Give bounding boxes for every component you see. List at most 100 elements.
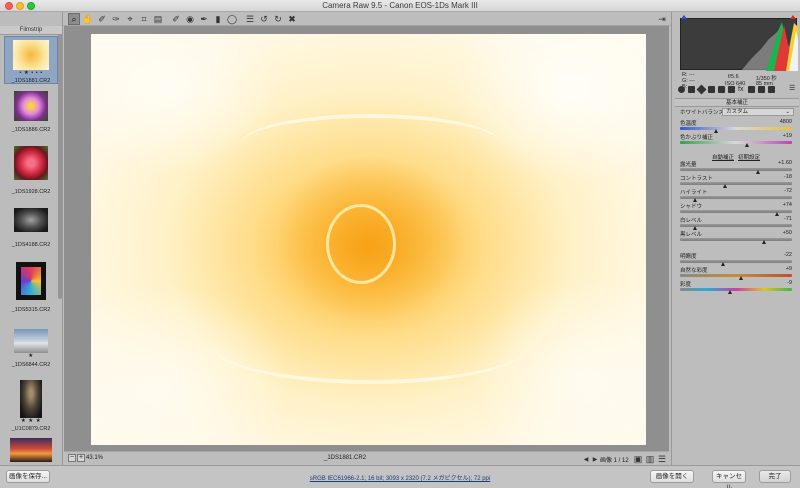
filmstrip-item[interactable] xyxy=(4,438,58,463)
image-preview[interactable] xyxy=(91,34,646,445)
filmstrip: Filmstrip • ★ • • • _1DS1881.CR2 _1DS188… xyxy=(0,12,63,465)
slider-shadows[interactable]: シャドウ +74 xyxy=(680,202,798,216)
slider-track[interactable] xyxy=(680,274,792,277)
adjustment-brush-tool-icon[interactable]: ✒ xyxy=(198,13,210,25)
tab-snapshots-icon[interactable] xyxy=(768,86,775,93)
slider-track[interactable] xyxy=(680,127,792,130)
filmstrip-item[interactable]: • ★ • • • _1DS1881.CR2 xyxy=(4,36,58,84)
slider-label: 黒レベル xyxy=(680,232,703,238)
rotate-right-icon[interactable]: ↻ xyxy=(272,13,284,25)
slider-handle[interactable] xyxy=(727,290,732,294)
zoom-in-button[interactable]: + xyxy=(77,454,85,462)
slider-label: シャドウ xyxy=(680,204,703,210)
filmstrip-scrollbar[interactable] xyxy=(58,34,62,299)
zoom-level[interactable]: 43.1% xyxy=(86,455,103,461)
tab-hsl-icon[interactable] xyxy=(708,86,715,93)
slider-saturation[interactable]: 彩度 -9 xyxy=(680,280,798,294)
rotate-left-icon[interactable]: ↺ xyxy=(258,13,270,25)
preferences-icon[interactable]: ☰ xyxy=(244,13,256,25)
rating-stars[interactable]: ★ xyxy=(4,353,58,359)
zoom-out-button[interactable]: − xyxy=(68,454,76,462)
filmstrip-item[interactable]: _1DS4188.CR2 xyxy=(4,208,58,250)
tab-detail-icon[interactable] xyxy=(696,84,707,95)
aperture-value: f/5.6 xyxy=(728,74,739,80)
thumbnail xyxy=(10,438,52,462)
filmstrip-item[interactable]: _1DS1886.CR2 xyxy=(4,91,58,139)
tab-split-toning-icon[interactable] xyxy=(718,86,725,93)
footer-bar: 画像を保存... sRGB IEC61966-2.1; 16 bit; 3093… xyxy=(0,465,800,488)
slider-value[interactable]: -72 xyxy=(784,188,792,194)
rating-stars[interactable]: ★ ★ ★ xyxy=(4,418,58,424)
slider-track[interactable] xyxy=(680,168,792,171)
slider-value[interactable]: +9 xyxy=(786,266,792,272)
white-balance-select[interactable]: カスタム ⌄ xyxy=(722,108,794,116)
slider-track[interactable] xyxy=(680,182,792,185)
camera-raw-window: Camera Raw 9.5 - Canon EOS-1Ds Mark III … xyxy=(0,0,800,488)
slider-track[interactable] xyxy=(680,141,792,144)
done-button[interactable]: 完了 xyxy=(759,470,791,483)
slider-value[interactable]: -9 xyxy=(787,280,792,286)
slider-track[interactable] xyxy=(680,288,792,291)
panel-menu-icon[interactable]: ☰ xyxy=(789,85,796,93)
slider-value[interactable]: +1.60 xyxy=(778,160,792,166)
view-mode-icon[interactable]: ▣ xyxy=(632,453,644,465)
before-after-icon[interactable]: ▥ xyxy=(644,453,656,465)
tab-effects-icon[interactable]: fx xyxy=(738,86,745,93)
slider-track[interactable] xyxy=(680,238,792,241)
slider-value[interactable]: -22 xyxy=(784,252,792,258)
slider-value[interactable]: -71 xyxy=(784,216,792,222)
shadow-clipping-icon[interactable] xyxy=(681,15,687,19)
filmstrip-item[interactable]: _1DS1928.CR2 xyxy=(4,146,58,195)
straighten-tool-icon[interactable]: ▤ xyxy=(152,13,164,25)
thumbnail xyxy=(14,329,48,353)
hand-tool-icon[interactable]: ✋ xyxy=(82,13,94,25)
slider-clarity[interactable]: 明瞭度 -22 xyxy=(680,252,798,266)
slider-handle[interactable] xyxy=(761,240,766,244)
slider-highlights[interactable]: ハイライト -72 xyxy=(680,188,798,202)
graduated-filter-tool-icon[interactable]: ▮ xyxy=(212,13,224,25)
fullscreen-toggle-icon[interactable]: ⇥ xyxy=(656,13,668,25)
highlight-clipping-icon[interactable] xyxy=(790,15,796,19)
zoom-tool-icon[interactable]: ⌕ xyxy=(68,13,80,25)
red-eye-tool-icon[interactable]: ◉ xyxy=(184,13,196,25)
radial-filter-tool-icon[interactable]: ◯ xyxy=(226,13,238,25)
tab-tone-curve-icon[interactable] xyxy=(688,86,695,93)
slider-blacks[interactable]: 黒レベル +50 xyxy=(680,230,798,244)
filmstrip-item[interactable]: _1DS5315.CR2 xyxy=(4,262,58,313)
tab-camera-calibration-icon[interactable] xyxy=(748,86,755,93)
rating-stars[interactable]: • ★ • • • xyxy=(5,70,57,76)
slider-value[interactable]: +19 xyxy=(783,133,792,139)
title-bar: Camera Raw 9.5 - Canon EOS-1Ds Mark III xyxy=(0,0,800,12)
slider-contrast[interactable]: コントラスト -18 xyxy=(680,174,798,188)
slider-handle[interactable] xyxy=(744,143,749,147)
tab-presets-icon[interactable] xyxy=(758,86,765,93)
crop-tool-icon[interactable]: ⌗ xyxy=(138,13,150,25)
white-balance-row: ホワイトバランス： カスタム ⌄ xyxy=(680,108,798,117)
slider-temperature[interactable]: 色温度 4800 xyxy=(680,119,798,133)
slider-value[interactable]: 4800 xyxy=(780,119,792,125)
preview-settings-icon[interactable]: ☰ xyxy=(656,453,668,465)
slider-value[interactable]: +50 xyxy=(783,230,792,236)
slider-vibrance[interactable]: 自然な彩度 +9 xyxy=(680,266,798,280)
color-sampler-tool-icon[interactable]: ✑ xyxy=(110,13,122,25)
filmstrip-item[interactable]: ★ ★ ★ _U1C0879.CR2 xyxy=(4,380,58,436)
targeted-adjustment-tool-icon[interactable]: ⌖ xyxy=(124,13,136,25)
current-filename: _1DS1881.CR2 xyxy=(324,455,367,461)
slider-label: 彩度 xyxy=(680,282,692,288)
slider-exposure[interactable]: 露光量 +1.60 xyxy=(680,160,798,174)
open-image-button[interactable]: 画像を開く xyxy=(650,470,694,483)
trash-icon[interactable]: ✖ xyxy=(286,13,298,25)
image-preview-area[interactable] xyxy=(64,26,669,451)
cancel-button[interactable]: キャンセル xyxy=(712,470,746,488)
tab-basic-icon[interactable] xyxy=(678,86,685,93)
filmstrip-item[interactable]: ★ _1DS6844.CR2 xyxy=(4,329,58,377)
slider-whites[interactable]: 白レベル -71 xyxy=(680,216,798,230)
slider-value[interactable]: -18 xyxy=(784,174,792,180)
slider-track[interactable] xyxy=(680,260,792,263)
white-balance-tool-icon[interactable]: ✐ xyxy=(96,13,108,25)
thumbnail xyxy=(20,380,42,418)
slider-value[interactable]: +74 xyxy=(783,202,792,208)
spot-removal-tool-icon[interactable]: ✐ xyxy=(170,13,182,25)
slider-tint[interactable]: 色かぶり補正 +19 xyxy=(680,133,798,147)
tab-lens-corrections-icon[interactable] xyxy=(728,86,735,93)
